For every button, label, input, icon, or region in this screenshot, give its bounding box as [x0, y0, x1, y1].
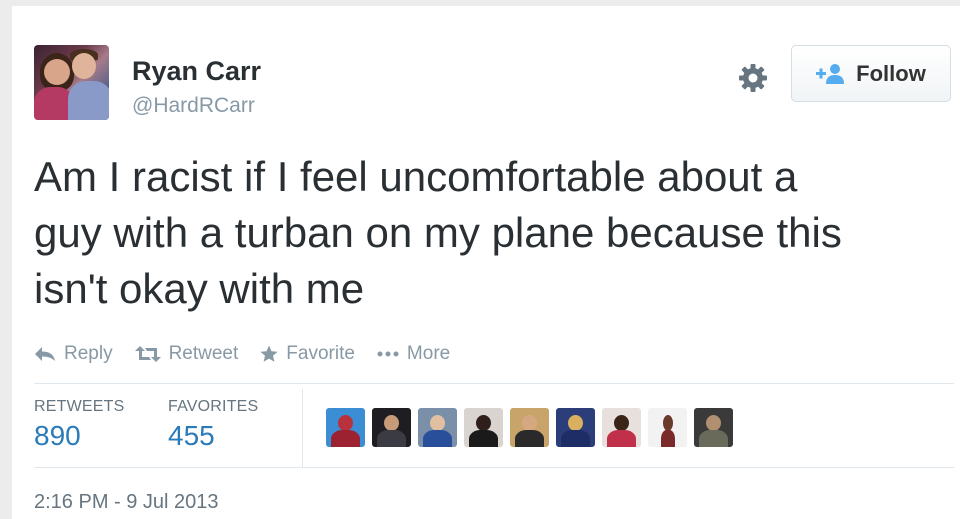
favoriter-avatar[interactable] [694, 408, 733, 447]
tweet-text: Am I racist if I feel uncomfortable abou… [34, 149, 954, 317]
gear-icon[interactable] [737, 62, 769, 94]
favoriter-avatar[interactable] [372, 408, 411, 447]
stats-divider [302, 389, 303, 467]
more-action[interactable]: More [377, 343, 450, 365]
favorite-action[interactable]: Favorite [260, 343, 355, 365]
favoriter-avatar[interactable] [510, 408, 549, 447]
tweet-card: Ryan Carr @HardRCarr Follow Am I racist … [12, 6, 960, 519]
favoriter-avatar[interactable] [464, 408, 503, 447]
reply-label: Reply [64, 343, 113, 364]
favorites-count[interactable]: 455 [168, 420, 215, 452]
reply-action[interactable]: Reply [34, 343, 113, 365]
star-icon [260, 345, 278, 362]
tweet-line: isn't okay with me [34, 265, 365, 312]
retweet-action[interactable]: Retweet [134, 343, 239, 365]
retweet-label: Retweet [168, 343, 239, 364]
tweet-line: Am I racist if I feel uncomfortable abou… [34, 153, 798, 200]
favoriter-avatar[interactable] [648, 408, 687, 447]
add-user-icon [816, 63, 845, 84]
favorite-label: Favorite [286, 343, 355, 364]
retweet-icon [134, 346, 161, 362]
tweet-timestamp[interactable]: 2:16 PM - 9 Jul 2013 [34, 491, 219, 514]
tweet-line: guy with a turban on my plane because th… [34, 209, 842, 256]
follow-button[interactable]: Follow [791, 45, 951, 102]
avatar[interactable] [34, 45, 109, 120]
divider [34, 383, 954, 384]
retweets-label: RETWEETS [34, 398, 125, 415]
user-handle[interactable]: @HardRCarr [132, 94, 255, 118]
favoriter-avatar[interactable] [326, 408, 365, 447]
ellipsis-icon [377, 351, 399, 357]
favoriter-avatar[interactable] [556, 408, 595, 447]
follow-label: Follow [856, 60, 926, 86]
retweets-count[interactable]: 890 [34, 420, 81, 452]
favoriter-avatar[interactable] [418, 408, 457, 447]
user-display-name[interactable]: Ryan Carr [132, 56, 261, 87]
more-label: More [406, 343, 451, 364]
favorites-label: FAVORITES [168, 398, 259, 415]
favoriters-avatars [326, 408, 733, 447]
reply-icon [35, 347, 55, 361]
favoriter-avatar[interactable] [602, 408, 641, 447]
divider [34, 467, 954, 468]
tweet-actions: Reply Retweet Favorite More [34, 340, 472, 368]
